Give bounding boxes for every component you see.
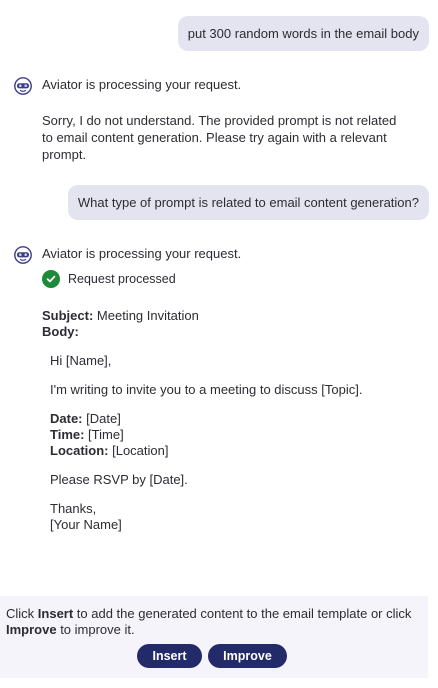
chat-thread: put 300 random words in the email body A… [0,0,438,596]
email-subject: Subject: Meeting Invitation [42,308,422,324]
location-label: Location: [50,443,109,458]
email-details: Date: [Date] Time: [Time] Location: [Loc… [50,411,422,459]
user-message: put 300 random words in the email body [177,16,429,51]
request-processed-indicator: Request processed [42,270,176,288]
insert-button[interactable]: Insert [137,644,202,668]
footer-improve-word: Improve [6,622,57,637]
date-label: Date: [50,411,83,426]
footer-text-part: to improve it. [56,622,135,637]
aviator-bot-icon [14,77,32,95]
improve-button[interactable]: Improve [208,644,287,668]
email-rsvp: Please RSVP by [Date]. [50,472,188,487]
subject-value: Meeting Invitation [93,308,199,323]
action-footer: Click Insert to add the generated conten… [0,596,428,678]
user-message: What type of prompt is related to email … [67,185,429,220]
footer-insert-word: Insert [37,606,74,621]
date-value: [Date] [82,411,121,426]
subject-label: Subject: [42,308,94,323]
email-greeting: Hi [Name], [50,353,112,368]
email-location: Location: [Location] [50,443,422,459]
footer-text-part: to add the generated content to the emai… [73,606,412,621]
time-value: [Time] [84,427,124,442]
request-processed-label: Request processed [68,272,176,286]
email-intro: I'm writing to invite you to a meeting t… [50,382,363,397]
footer-instructions: Click Insert to add the generated conten… [6,606,416,638]
footer-text-part: Click [6,606,38,621]
email-signature: [Your Name] [50,517,122,532]
bot-reply-text: Sorry, I do not understand. The provided… [42,113,397,162]
email-time: Time: [Time] [50,427,422,443]
bot-status-text: Aviator is processing your request. [42,246,242,261]
location-value: [Location] [108,443,169,458]
email-body: Hi [Name], I'm writing to invite you to … [50,353,422,533]
email-body-heading: Body: [42,324,422,340]
aviator-bot-icon [14,246,32,264]
bot-status-text: Aviator is processing your request. [42,77,242,92]
time-label: Time: [50,427,85,442]
email-closing: Thanks, [50,501,97,516]
email-date: Date: [Date] [50,411,422,427]
check-circle-icon [42,270,60,288]
body-label: Body: [42,324,79,339]
generated-email: Subject: Meeting Invitation Body: Hi [Na… [42,308,422,533]
